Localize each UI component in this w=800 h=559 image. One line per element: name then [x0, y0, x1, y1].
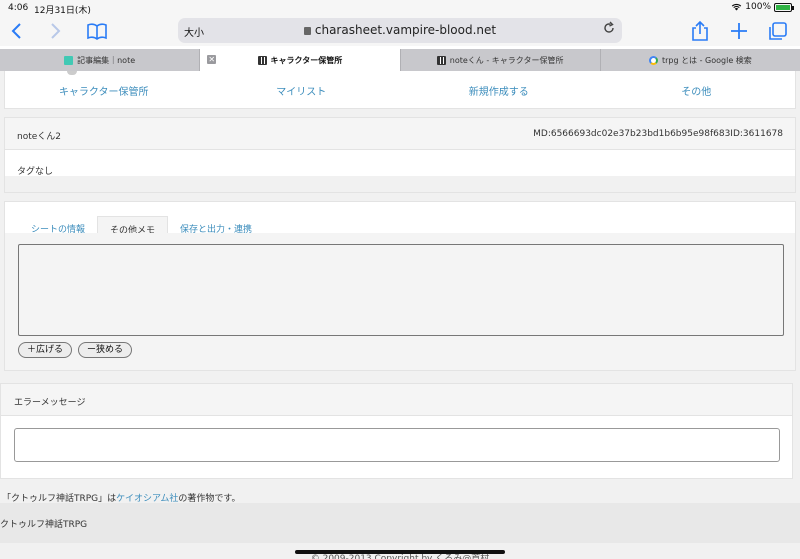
- memo-panel: シートの情報 その他メモ 保存と出力・連携 ＋広げる ー狭める: [4, 201, 796, 371]
- browser-tab-note[interactable]: 記事編集｜note: [0, 49, 201, 71]
- shrink-button[interactable]: ー狭める: [78, 342, 133, 358]
- browser-tab-google[interactable]: trpg とは - Google 検索: [601, 49, 800, 71]
- nav-link-other[interactable]: その他: [598, 83, 796, 98]
- error-panel-header: エラーメッセージ: [1, 384, 792, 416]
- note-favicon-icon: [64, 55, 74, 65]
- character-md-id: MD:6566693dc02e37b23bd1b6b95e98f683ID:36…: [533, 129, 783, 139]
- chevron-left-icon[interactable]: [6, 20, 28, 42]
- status-bar: 4:06 12月31日(木) 100%: [0, 0, 800, 16]
- battery-icon: [774, 2, 794, 12]
- tabs-icon[interactable]: [767, 20, 789, 42]
- status-right: 100%: [731, 2, 794, 12]
- tab-label: noteくん - キャラクター保管所: [449, 55, 564, 65]
- plus-icon[interactable]: [728, 20, 750, 42]
- error-panel-title: エラーメッセージ: [14, 398, 86, 408]
- scroll-remnant: [67, 71, 77, 75]
- share-icon[interactable]: [689, 20, 711, 42]
- status-time: 4:06: [8, 3, 29, 13]
- google-favicon-icon: [648, 55, 658, 65]
- tab-label: キャラクター保管所: [270, 55, 343, 65]
- character-header: noteくん2 MD:6566693dc02e37b23bd1b6b95e98f…: [5, 118, 795, 150]
- book-icon[interactable]: [86, 20, 108, 42]
- expand-button[interactable]: ＋広げる: [18, 342, 73, 358]
- card-footer-strip: [5, 176, 795, 192]
- address-bar[interactable]: 大小 charasheet.vampire-blood.net: [178, 18, 622, 43]
- error-panel: エラーメッセージ: [0, 383, 793, 479]
- footer-system-name: クトゥルフ神話TRPG: [0, 520, 88, 530]
- character-info-card: noteくん2 MD:6566693dc02e37b23bd1b6b95e98f…: [4, 117, 796, 193]
- sheet-favicon-icon: [436, 55, 446, 65]
- web-page: キャラクター保管所 マイリスト 新規作成する その他 noteくん2 MD:65…: [0, 71, 800, 559]
- tab-label: trpg とは - Google 検索: [661, 55, 752, 65]
- nav-link-new[interactable]: 新規作成する: [400, 83, 598, 98]
- tab-label: 記事編集｜note: [77, 55, 136, 65]
- footer-bar: クトゥルフ神話TRPG: [0, 503, 800, 543]
- lock-icon: [303, 27, 311, 35]
- status-date: 12月31日(木): [34, 6, 91, 16]
- close-icon[interactable]: ✕: [207, 55, 217, 64]
- memo-tab-content: ＋広げる ー狭める: [5, 233, 795, 370]
- chevron-right-icon[interactable]: [44, 20, 66, 42]
- site-nav: キャラクター保管所 マイリスト 新規作成する その他: [4, 71, 796, 109]
- url-display[interactable]: charasheet.vampire-blood.net: [178, 23, 622, 37]
- browser-toolbar: 大小 charasheet.vampire-blood.net: [0, 16, 800, 46]
- tab-bar: 記事編集｜note ✕ キャラクター保管所 noteくん - キャラクター保管所…: [0, 49, 800, 71]
- wifi-icon: [732, 3, 742, 11]
- home-indicator[interactable]: [295, 550, 505, 554]
- browser-tab-notekun[interactable]: noteくん - キャラクター保管所: [401, 49, 601, 71]
- memo-textarea[interactable]: [18, 244, 784, 336]
- sheet-favicon-icon: [257, 55, 267, 65]
- character-name: noteくん2: [17, 132, 62, 142]
- reload-icon[interactable]: [602, 21, 616, 39]
- nav-link-mylist[interactable]: マイリスト: [203, 83, 401, 98]
- nav-link-home[interactable]: キャラクター保管所: [5, 83, 203, 98]
- battery-percent: 100%: [745, 2, 771, 12]
- browser-tab-charasheet[interactable]: ✕ キャラクター保管所: [200, 49, 401, 71]
- url-text: charasheet.vampire-blood.net: [314, 23, 497, 37]
- error-message-box: [14, 428, 780, 462]
